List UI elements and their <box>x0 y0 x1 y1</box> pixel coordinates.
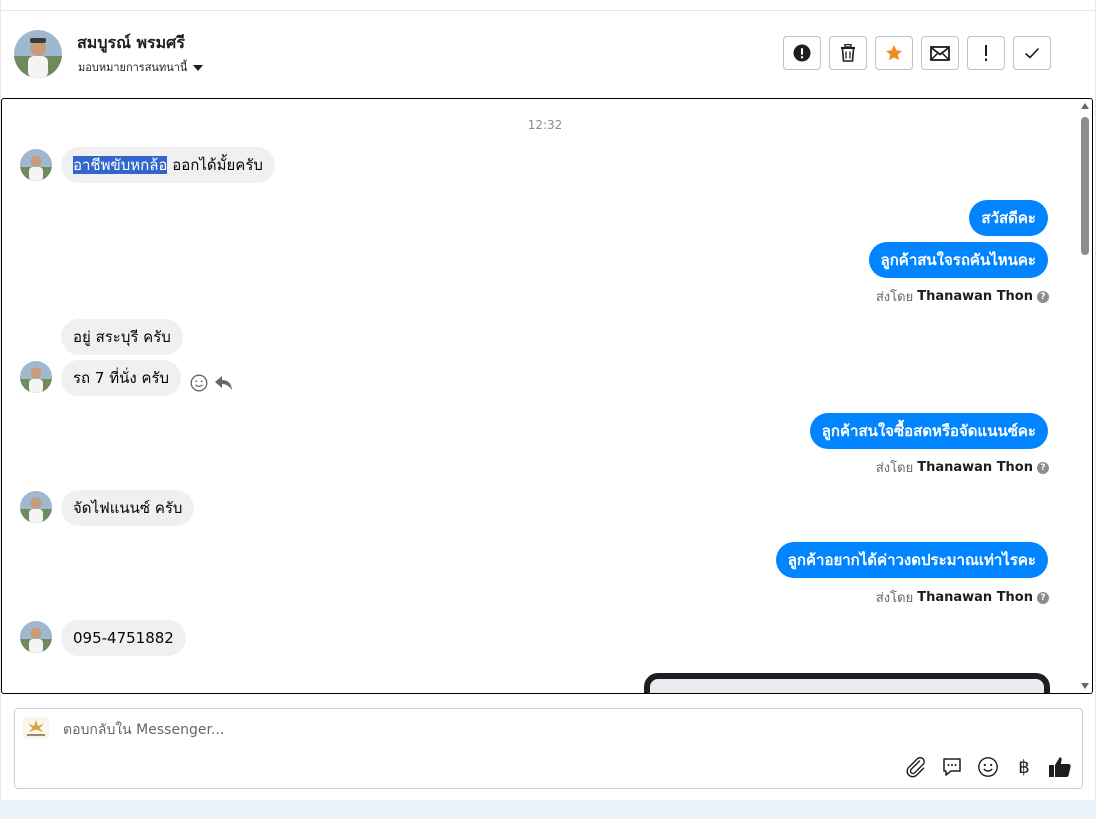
star-icon <box>886 45 902 61</box>
agent-name: Thanawan Thon <box>917 590 1033 605</box>
conversation-header: สมบูรณ์ พรมศรี มอบหมายการสนทนานี้ <box>0 11 1096 97</box>
conversation-actions <box>783 36 1051 70</box>
sent-by-info: ส่งโดย Thanawan Thon ? <box>876 286 1049 307</box>
exclamation-icon <box>985 45 987 61</box>
contact-avatar-small <box>20 361 52 393</box>
assign-conversation-dropdown[interactable]: มอบหมายการสนทนานี้ <box>78 58 204 76</box>
saved-replies-button[interactable] <box>940 755 964 779</box>
payment-baht-button[interactable]: ฿ <box>1012 755 1036 779</box>
emoji-button[interactable] <box>976 755 1000 779</box>
incoming-message[interactable]: อาชีพขับหกล้อ ออกได้มั้ยครับ <box>61 147 275 183</box>
outgoing-message[interactable]: ลูกค้าสนใจรถคันไหนคะ <box>868 242 1048 278</box>
scroll-up-arrow-icon[interactable] <box>1081 103 1089 109</box>
reply-icon[interactable] <box>214 375 234 391</box>
sent-by-info: ส่งโดย Thanawan Thon ? <box>876 587 1049 608</box>
mark-unread-button[interactable] <box>921 36 959 70</box>
exclamation-circle-icon <box>793 44 811 62</box>
page-footer-strip <box>0 800 1096 819</box>
thread-scrollbar[interactable] <box>1078 99 1092 693</box>
thumbs-up-icon <box>1049 757 1071 777</box>
scroll-down-arrow-icon[interactable] <box>1081 683 1089 689</box>
smiley-icon <box>978 757 998 777</box>
contact-name: สมบูรณ์ พรมศรี <box>77 33 185 52</box>
question-icon[interactable]: ? <box>1037 290 1049 303</box>
incoming-message[interactable]: อยู่ สระบุรี ครับ <box>61 319 183 355</box>
message-hover-tools <box>190 374 234 392</box>
question-icon[interactable]: ? <box>1037 461 1049 474</box>
attach-file-button[interactable] <box>904 755 928 779</box>
trash-icon <box>841 44 855 62</box>
assign-label: มอบหมายการสนทนานี้ <box>78 61 188 74</box>
emoji-react-icon[interactable] <box>190 374 208 392</box>
sent-by-label: ส่งโดย <box>875 290 914 305</box>
sent-by-info: ส่งโดย Thanawan Thon ? <box>876 457 1049 478</box>
contact-avatar[interactable] <box>14 30 62 78</box>
top-strip <box>0 0 1096 11</box>
question-icon[interactable]: ? <box>1037 591 1049 604</box>
reply-composer: ฿ <box>14 708 1083 789</box>
message-text: ออกได้มั้ยครับ <box>167 156 263 174</box>
contact-avatar-small <box>20 621 52 653</box>
paperclip-icon <box>906 756 925 778</box>
mark-done-button[interactable] <box>1013 36 1051 70</box>
envelope-icon <box>930 45 950 61</box>
agent-name: Thanawan Thon <box>917 460 1033 475</box>
mark-important-button[interactable] <box>967 36 1005 70</box>
incoming-message[interactable]: 095-4751882 <box>61 620 186 656</box>
report-spam-button[interactable] <box>783 36 821 70</box>
outgoing-message[interactable]: ลูกค้าสนใจซื้อสดหรือจัดแนนซ์คะ <box>809 413 1048 449</box>
agent-name: Thanawan Thon <box>917 289 1033 304</box>
contact-avatar-small <box>20 491 52 523</box>
star-button[interactable] <box>875 36 913 70</box>
page-logo-icon <box>23 717 49 739</box>
speech-bubble-icon <box>943 758 961 776</box>
scroll-thumb[interactable] <box>1081 117 1089 255</box>
sent-by-label: ส่งโดย <box>875 591 914 606</box>
thread-timestamp: 12:32 <box>527 118 563 132</box>
composer-toolbar: ฿ <box>904 755 1072 779</box>
caret-down-icon <box>193 64 204 71</box>
incoming-message[interactable]: จัดไฟแนนซ์ ครับ <box>61 490 195 526</box>
incoming-message[interactable]: รถ 7 ที่นั่ง ครับ <box>61 360 182 396</box>
message-thread[interactable]: 12:32 อาชีพขับหกล้อ ออกได้มั้ยครับ สวัสด… <box>1 98 1093 694</box>
like-button[interactable] <box>1048 755 1072 779</box>
check-icon <box>1024 47 1040 59</box>
outgoing-image-attachment[interactable] <box>644 673 1050 693</box>
delete-button[interactable] <box>829 36 867 70</box>
selected-text: อาชีพขับหกล้อ <box>73 156 168 174</box>
reply-input[interactable] <box>63 719 863 741</box>
sent-by-label: ส่งโดย <box>875 461 914 476</box>
contact-avatar-small <box>20 149 52 181</box>
outgoing-message[interactable]: ลูกค้าอยากได้ค่าวงดประมาณเท่าไรคะ <box>775 542 1048 578</box>
outgoing-message[interactable]: สวัสดีคะ <box>969 200 1048 236</box>
